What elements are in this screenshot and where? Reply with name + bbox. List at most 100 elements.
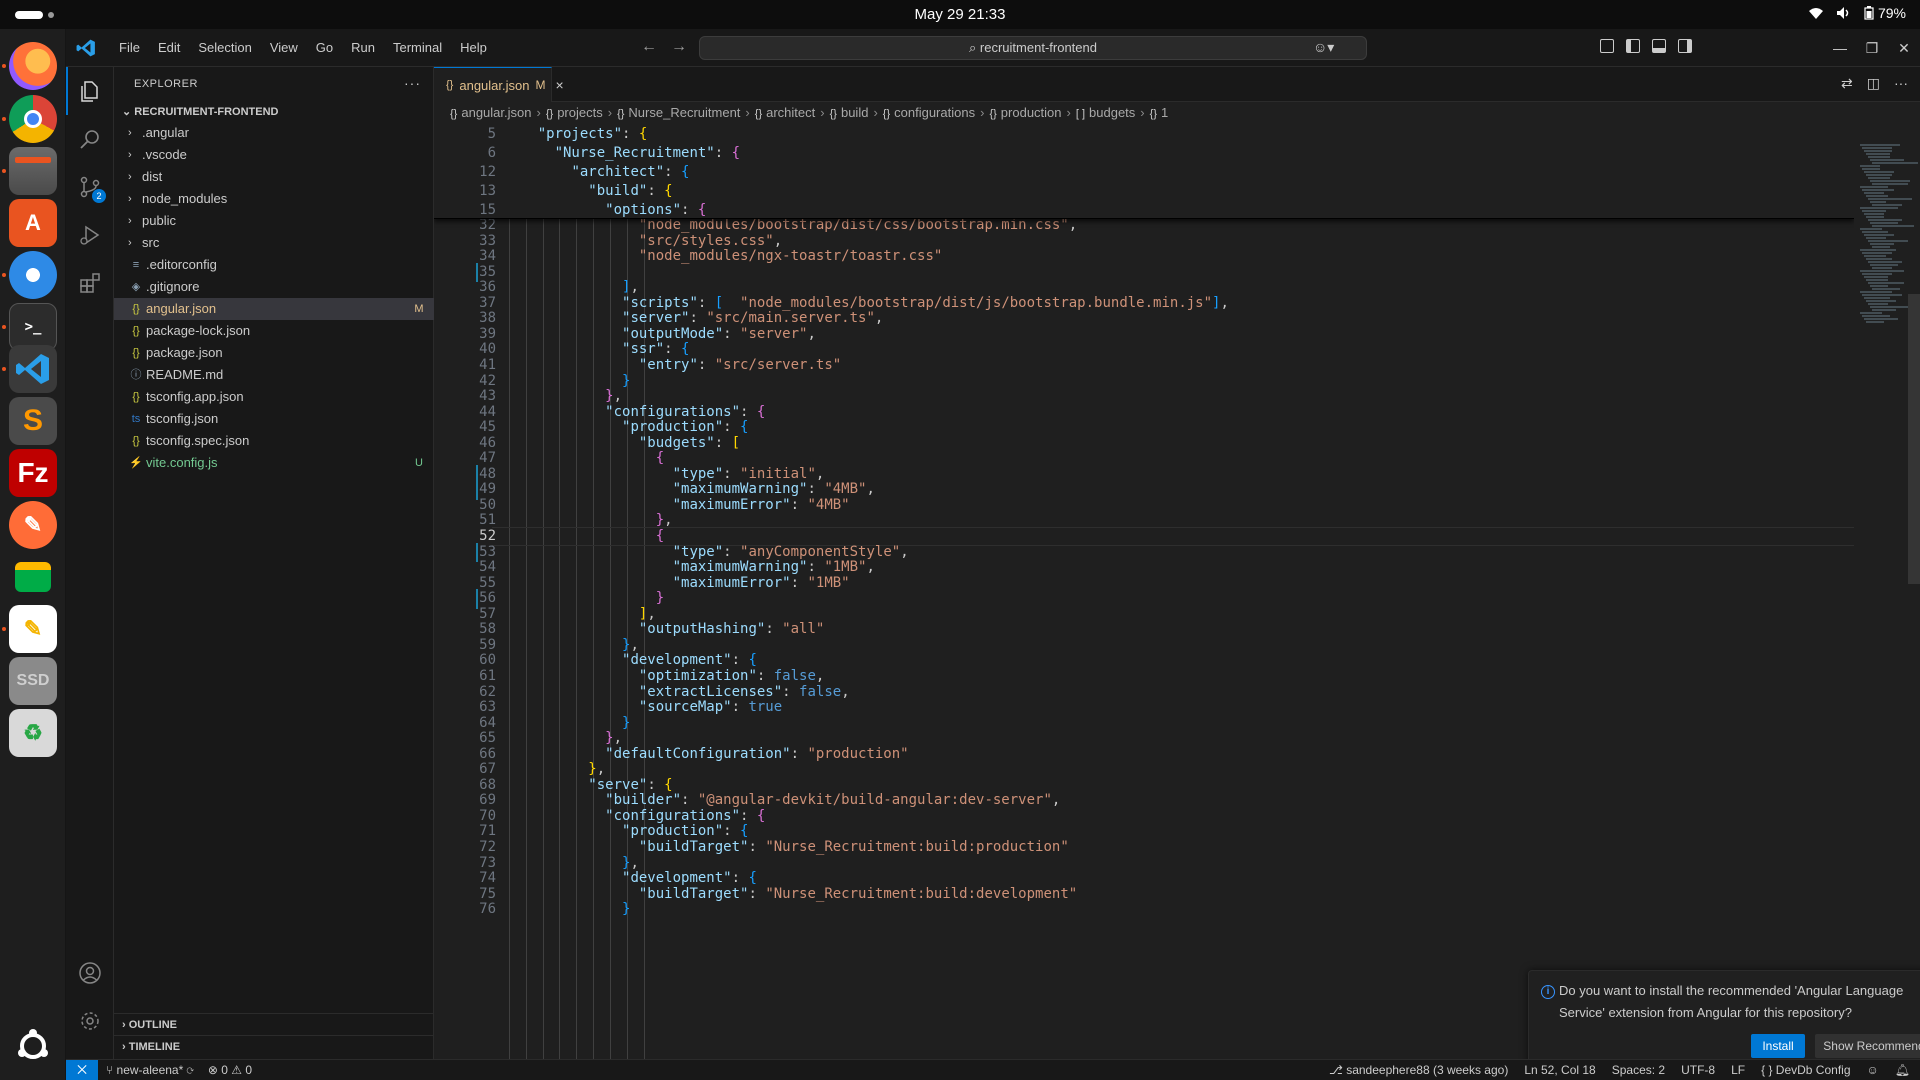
text-editor-icon[interactable]: ✎ [9, 605, 57, 653]
toggle-primary-sidebar-icon[interactable] [1626, 39, 1640, 53]
breadcrumb-item[interactable]: {} angular.json [450, 102, 531, 124]
menu-go[interactable]: Go [307, 29, 342, 67]
battery-icon [1864, 6, 1874, 20]
explorer-more-actions-icon[interactable]: ··· [404, 75, 421, 91]
postman-icon[interactable]: ✎ [9, 501, 57, 549]
copilot-status-icon[interactable]: ☺ [1867, 1060, 1879, 1080]
gutter-change-marker [476, 542, 478, 563]
notifications-bell-icon[interactable]: 🔔︎ [1895, 1060, 1910, 1080]
explorer-icon[interactable] [66, 67, 114, 115]
source-control-icon[interactable]: 2 [66, 163, 114, 211]
tab-angular-json[interactable]: {} angular.json M × [434, 67, 564, 102]
menu-help[interactable]: Help [451, 29, 496, 67]
file-tree-item[interactable]: ts tsconfig.json [114, 408, 434, 430]
file-tree-item[interactable]: {} tsconfig.spec.json [114, 430, 434, 452]
accounts-icon[interactable] [66, 949, 114, 997]
more-actions-icon[interactable]: ··· [1894, 75, 1908, 92]
command-center-search[interactable]: ⌕ recruitment-frontend [699, 36, 1367, 60]
menu-run[interactable]: Run [342, 29, 384, 67]
firefox-icon[interactable] [9, 42, 57, 90]
install-button[interactable]: Install [1751, 1034, 1805, 1058]
menu-terminal[interactable]: Terminal [384, 29, 451, 67]
google-chat-icon[interactable] [9, 553, 57, 601]
breadcrumb-item[interactable]: {} 1 [1150, 102, 1169, 124]
file-tree-item[interactable]: ⓘ README.md [114, 364, 434, 386]
branch-item[interactable]: ⑂ new-aleena* ⟳ [106, 1060, 194, 1080]
show-apps-icon[interactable] [9, 1022, 57, 1070]
breadcrumb-item[interactable]: {} architect [755, 102, 816, 124]
sync-icon[interactable]: ⟳ [187, 1063, 194, 1077]
files-icon[interactable] [9, 147, 57, 195]
file-tree-item[interactable]: {} angular.json M [114, 298, 434, 320]
code-editor[interactable]: 32 "node_modules/bootstrap/dist/css/boots… [434, 124, 1854, 1059]
timeline-section-header[interactable]: › TIMELINE [114, 1035, 434, 1057]
trash-icon[interactable]: ♻ [9, 709, 57, 757]
editor-scrollbar[interactable] [1908, 124, 1920, 1059]
toggle-secondary-sidebar-icon[interactable] [1678, 39, 1692, 53]
open-changes-icon[interactable]: ⇄ [1841, 75, 1853, 92]
search-view-icon[interactable] [66, 115, 114, 163]
customize-layout-icon[interactable] [1600, 39, 1614, 53]
minimize-icon[interactable]: — [1824, 40, 1856, 56]
sublime-text-icon[interactable]: S [9, 397, 57, 445]
filezilla-icon[interactable]: Fz [9, 449, 57, 497]
toggle-panel-icon[interactable] [1652, 39, 1666, 53]
run-debug-icon[interactable] [66, 211, 114, 259]
cursor-position[interactable]: Ln 52, Col 18 [1524, 1060, 1595, 1080]
file-tree-item[interactable]: {} tsconfig.app.json [114, 386, 434, 408]
copilot-icon[interactable]: ☺▾ [1313, 39, 1334, 56]
thunderbird-icon[interactable] [9, 251, 57, 299]
breadcrumb-item[interactable]: {} projects [546, 102, 603, 124]
problems-item[interactable]: ⊗ 0 ⚠ 0 [208, 1060, 252, 1080]
file-tree-item[interactable]: ◈ .gitignore [114, 276, 434, 298]
encoding[interactable]: UTF-8 [1681, 1060, 1715, 1080]
file-tree-item[interactable]: › public [114, 210, 434, 232]
system-tray[interactable]: 79% [1808, 5, 1906, 21]
system-clock[interactable]: May 29 21:33 [0, 6, 1920, 23]
outline-section-header[interactable]: › OUTLINE [114, 1013, 434, 1035]
forward-arrow-icon[interactable]: → [671, 38, 687, 56]
file-tree-item[interactable]: {} package-lock.json [114, 320, 434, 342]
remote-indicator-icon[interactable]: ⨉ [66, 1060, 98, 1080]
vscode-icon[interactable] [9, 345, 57, 393]
breadcrumb-item[interactable]: [ ] budgets [1076, 102, 1135, 124]
scrollbar-thumb[interactable] [1908, 294, 1920, 584]
file-tree-item[interactable]: › dist [114, 166, 434, 188]
breadcrumb-item[interactable]: {} production [989, 102, 1061, 124]
indentation[interactable]: Spaces: 2 [1612, 1060, 1665, 1080]
breadcrumb-item[interactable]: {} configurations [883, 102, 975, 124]
sticky-scroll-header[interactable]: 5 "projects": {6 "Nurse_Recruitment": {12 "… [434, 124, 1854, 219]
chrome-icon[interactable] [9, 95, 57, 143]
git-blame-item[interactable]: ⎇ sandeephere88 (3 weeks ago) [1329, 1060, 1508, 1080]
file-tree-item[interactable]: {} package.json [114, 342, 434, 364]
file-tree-item[interactable]: › node_modules [114, 188, 434, 210]
language-mode[interactable]: { } DevDb Config [1761, 1060, 1850, 1080]
file-tree-item[interactable]: ≡ .editorconfig [114, 254, 434, 276]
close-window-icon[interactable]: ✕ [1888, 40, 1920, 57]
terminal-icon[interactable]: >_ [9, 303, 57, 351]
end-of-line[interactable]: LF [1731, 1060, 1745, 1080]
manage-gear-icon[interactable] [66, 997, 114, 1045]
restore-icon[interactable]: ❐ [1856, 40, 1888, 57]
breadcrumb-item[interactable]: {} Nurse_Recruitment [617, 102, 740, 124]
extensions-icon[interactable] [66, 259, 114, 307]
back-arrow-icon[interactable]: ← [641, 38, 657, 56]
show-recommendations-button[interactable]: Show Recommendations [1815, 1034, 1920, 1058]
file-tree-item[interactable]: › src [114, 232, 434, 254]
menu-selection[interactable]: Selection [189, 29, 260, 67]
breadcrumb-item[interactable]: {} build [830, 102, 869, 124]
ssd-drive-icon[interactable]: SSD [9, 657, 57, 705]
app-center-icon[interactable]: A [9, 199, 57, 247]
chevron-right-icon: › [128, 237, 132, 249]
menu-view[interactable]: View [261, 29, 307, 67]
split-editor-icon[interactable]: ◫ [1867, 75, 1880, 92]
menu-edit[interactable]: Edit [149, 29, 189, 67]
code-token: { [697, 202, 707, 218]
ssd-drive-label: SSD [16, 672, 50, 689]
close-tab-icon[interactable]: × [555, 77, 563, 93]
file-tree-item[interactable]: › .angular [114, 122, 434, 144]
file-tree-item[interactable]: ⚡ vite.config.js U [114, 452, 434, 474]
file-tree-item[interactable]: › .vscode [114, 144, 434, 166]
menu-file[interactable]: File [110, 29, 149, 67]
workspace-root-header[interactable]: ⌄ RECRUITMENT-FRONTEND [114, 101, 434, 123]
